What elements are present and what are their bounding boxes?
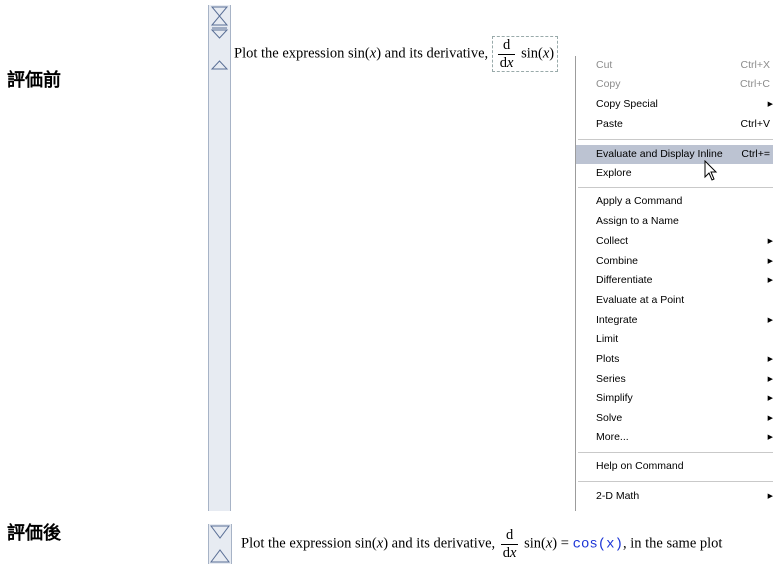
- submenu-arrow-icon: ▶: [767, 258, 773, 265]
- context-menu: Cut Ctrl+X Copy Ctrl+C Copy Special ▶ Paste…: [575, 56, 773, 511]
- after-derivative-fraction: d dx: [500, 527, 519, 561]
- menu-item-copy[interactable]: Copy Ctrl+C: [576, 75, 773, 94]
- menu-item-combine[interactable]: Combine ▶: [576, 252, 773, 271]
- after-text: Plot the expression: [241, 535, 352, 552]
- menu-separator: [578, 481, 773, 482]
- before-sin: sin: [347, 45, 365, 62]
- before-evaluation-label: 評価前: [7, 70, 61, 91]
- menu-item-help-command[interactable]: Help on Command: [576, 457, 773, 476]
- submenu-arrow-icon: ▶: [767, 238, 773, 245]
- submenu-arrow-icon: ▶: [767, 277, 773, 284]
- menu-item-integrate[interactable]: Integrate ▶: [576, 311, 773, 330]
- submenu-arrow-icon: ▶: [767, 101, 773, 108]
- submenu-arrow-icon: ▶: [767, 317, 773, 324]
- menu-separator: [578, 452, 773, 453]
- menu-item-solve[interactable]: Solve ▶: [576, 409, 773, 428]
- submenu-arrow-icon: ▶: [767, 395, 773, 402]
- menu-item-paste[interactable]: Paste Ctrl+V: [576, 115, 773, 134]
- after-evaluation-label: 評価後: [7, 523, 61, 544]
- menu-separator: [578, 139, 773, 140]
- group-collapse-icon[interactable]: [209, 5, 230, 73]
- menu-item-differentiate[interactable]: Differentiate ▶: [576, 271, 773, 290]
- menu-item-copy-special[interactable]: Copy Special ▶: [576, 95, 773, 114]
- menu-item-limit[interactable]: Limit: [576, 330, 773, 349]
- before-text: Plot the expression: [234, 45, 345, 62]
- menu-item-cut[interactable]: Cut Ctrl+X: [576, 56, 773, 75]
- after-group-gutter[interactable]: [208, 524, 232, 564]
- submenu-arrow-icon: ▶: [767, 376, 773, 383]
- document-group-gutter[interactable]: [208, 5, 231, 511]
- derivative-expression[interactable]: d dx sin(x): [491, 36, 559, 72]
- menu-item-apply-command[interactable]: Apply a Command: [576, 192, 773, 211]
- after-output-line[interactable]: Plot the expression sin(x) and its deriv…: [241, 528, 722, 560]
- result-expression: cos(x): [572, 536, 623, 553]
- menu-item-series[interactable]: Series ▶: [576, 370, 773, 389]
- submenu-arrow-icon: ▶: [767, 415, 773, 422]
- submenu-arrow-icon: ▶: [767, 493, 773, 500]
- menu-item-2d-math[interactable]: 2-D Math ▶: [576, 487, 773, 506]
- derivative-fraction: d dx: [497, 37, 516, 71]
- submenu-arrow-icon: ▶: [767, 356, 773, 363]
- menu-item-assign-name[interactable]: Assign to a Name: [576, 212, 773, 231]
- menu-item-evaluate-point[interactable]: Evaluate at a Point: [576, 291, 773, 310]
- menu-item-more[interactable]: More... ▶: [576, 428, 773, 447]
- before-x: x: [369, 45, 377, 62]
- mouse-cursor-icon: [704, 160, 718, 181]
- before-and-deriv: and its derivative,: [384, 45, 489, 62]
- menu-item-plots[interactable]: Plots ▶: [576, 350, 773, 369]
- submenu-arrow-icon: ▶: [767, 434, 773, 441]
- before-input-line[interactable]: Plot the expression sin(x) and its deriv…: [234, 36, 559, 72]
- menu-item-collect[interactable]: Collect ▶: [576, 232, 773, 251]
- menu-item-simplify[interactable]: Simplify ▶: [576, 389, 773, 408]
- group-collapse-icon[interactable]: [209, 524, 231, 564]
- menu-separator: [578, 187, 773, 188]
- menu-item-explore[interactable]: Explore: [576, 164, 773, 183]
- menu-item-evaluate-inline[interactable]: Evaluate and Display Inline Ctrl+=: [576, 145, 773, 164]
